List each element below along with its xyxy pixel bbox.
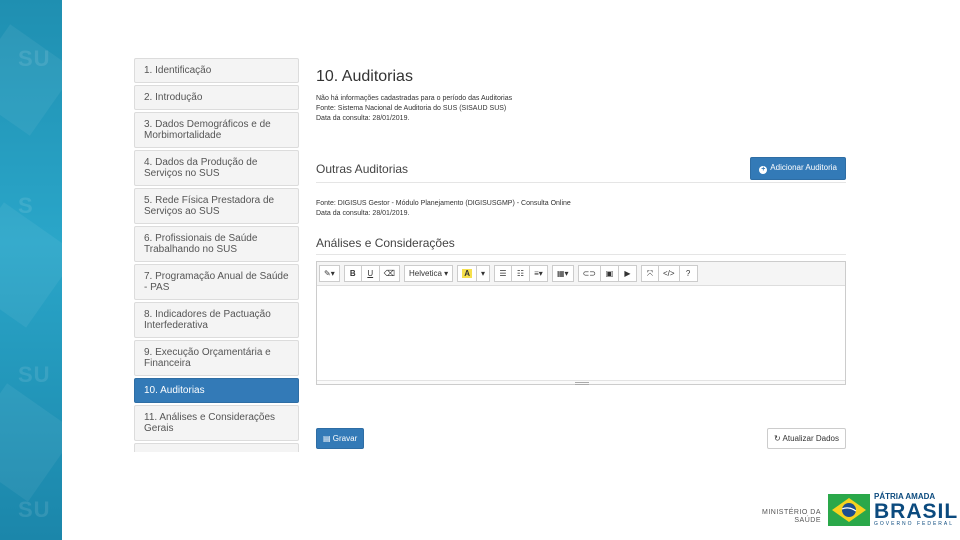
align-icon: ≡▾ [534, 269, 543, 278]
sidebar-item-programacao-anual[interactable]: 7. Programação Anual de Saúde - PAS [134, 264, 299, 300]
sidebar-item-next[interactable] [134, 443, 299, 452]
code-view-button[interactable]: </> [658, 265, 680, 282]
section-title-analysis: Análises e Considerações [316, 236, 455, 250]
section-title-other-audits: Outras Auditorias [316, 162, 409, 176]
text-color-button[interactable]: A [457, 265, 477, 282]
info-text-no-data: Não há informações cadastradas para o pe… [316, 95, 513, 102]
style-magic-wand-button[interactable]: ✎▾ [319, 265, 340, 282]
table-dropdown[interactable]: ▦▾ [551, 265, 574, 282]
sidebar-nav: 1. Identificação 2. Introdução 3. Dados … [134, 58, 299, 452]
font-color-icon: A [462, 269, 472, 278]
sidebar-item-profissionais[interactable]: 6. Profissionais de Saúde Trabalhando no… [134, 226, 299, 262]
sidebar-item-rede-fisica[interactable]: 5. Rede Física Prestadora de Serviços ao… [134, 188, 299, 224]
list-ol-icon: ☷ [516, 269, 525, 278]
brasil-brand-text: PÁTRIA AMADA BRASIL GOVERNO FEDERAL [874, 492, 959, 527]
fullscreen-icon: ⤧ [646, 268, 654, 278]
decorative-side-band: SU S SU SU [0, 0, 62, 540]
page-title: 10. Auditorias [316, 68, 413, 85]
editor-toolbar: ✎▾ B U ⌫ Helvetica ▾ A ▾ ☰ ☷ ≡▾ ▦▾ ⊂⊃ ▣ … [317, 262, 845, 286]
sidebar-item-indicadores[interactable]: 8. Indicadores de Pactuação Interfederat… [134, 302, 299, 338]
save-button[interactable]: ▤ Gravar [316, 428, 365, 449]
update-data-button[interactable]: ↻ Atualizar Dados [767, 428, 846, 449]
sidebar-item-dados-demograficos[interactable]: 3. Dados Demográficos e de Morbimortalid… [134, 112, 299, 148]
rich-text-editor: ✎▾ B U ⌫ Helvetica ▾ A ▾ ☰ ☷ ≡▾ ▦▾ ⊂⊃ ▣ … [316, 261, 846, 385]
sidebar-item-dados-producao[interactable]: 4. Dados da Produção de Serviços no SUS [134, 150, 299, 186]
clear-format-button[interactable]: ⌫ [379, 265, 401, 282]
sidebar-item-execucao-orcamentaria[interactable]: 9. Execução Orçamentária e Financeira [134, 340, 299, 376]
bullet-list-button[interactable]: ☰ [493, 265, 512, 282]
bold-button[interactable]: B [343, 265, 362, 282]
picture-button[interactable]: ▣ [600, 265, 619, 282]
main-content: 10. Auditorias Não há informações cadast… [316, 68, 846, 452]
other-audits-source: Fonte: DIGISUS Gestor - Módulo Planejame… [316, 200, 571, 207]
link-icon: ⊂⊃ [582, 269, 596, 278]
table-icon: ▦▾ [556, 269, 569, 278]
sidebar-item-introducao[interactable]: 2. Introdução [134, 85, 299, 110]
help-button[interactable]: ? [679, 265, 698, 282]
underline-button[interactable]: U [361, 265, 380, 282]
brasil-flag-logo [828, 494, 870, 526]
magic-wand-icon: ✎▾ [324, 269, 335, 278]
ordered-list-button[interactable]: ☷ [511, 265, 530, 282]
font-family-dropdown[interactable]: Helvetica ▾ [404, 265, 454, 282]
video-button[interactable]: ▶ [618, 265, 637, 282]
link-button[interactable]: ⊂⊃ [577, 265, 601, 282]
editor-text-area[interactable] [317, 286, 845, 380]
refresh-icon: ↻ [774, 434, 781, 443]
paragraph-align-dropdown[interactable]: ≡▾ [529, 265, 548, 282]
image-icon: ▣ [605, 269, 614, 278]
plus-circle-icon: + [759, 166, 768, 174]
editor-resize-handle[interactable] [317, 380, 845, 385]
other-audits-header: Outras Auditorias + Adicionar Auditoria [316, 157, 846, 183]
info-text-date: Data da consulta: 28/01/2019. [316, 115, 410, 122]
list-ul-icon: ☰ [499, 269, 507, 278]
sidebar-item-analises[interactable]: 11. Análises e Considerações Gerais [134, 405, 299, 441]
fullscreen-button[interactable]: ⤧ [640, 265, 659, 282]
text-color-dropdown[interactable]: ▾ [476, 265, 490, 282]
add-audit-label: Adicionar Auditoria [770, 163, 837, 172]
ministry-logo-text: MINISTÉRIO DA SAÚDE [762, 509, 822, 524]
save-icon: ▤ [323, 434, 331, 443]
sidebar-item-auditorias[interactable]: 10. Auditorias [134, 378, 299, 403]
sidebar-item-identificacao[interactable]: 1. Identificação [134, 58, 299, 83]
info-text-source: Fonte: Sistema Nacional de Auditoria do … [316, 105, 507, 112]
other-audits-date: Data da consulta: 28/01/2019. [316, 210, 410, 217]
eraser-icon: ⌫ [383, 269, 396, 278]
add-audit-button[interactable]: + Adicionar Auditoria [750, 157, 846, 180]
video-icon: ▶ [624, 269, 631, 278]
